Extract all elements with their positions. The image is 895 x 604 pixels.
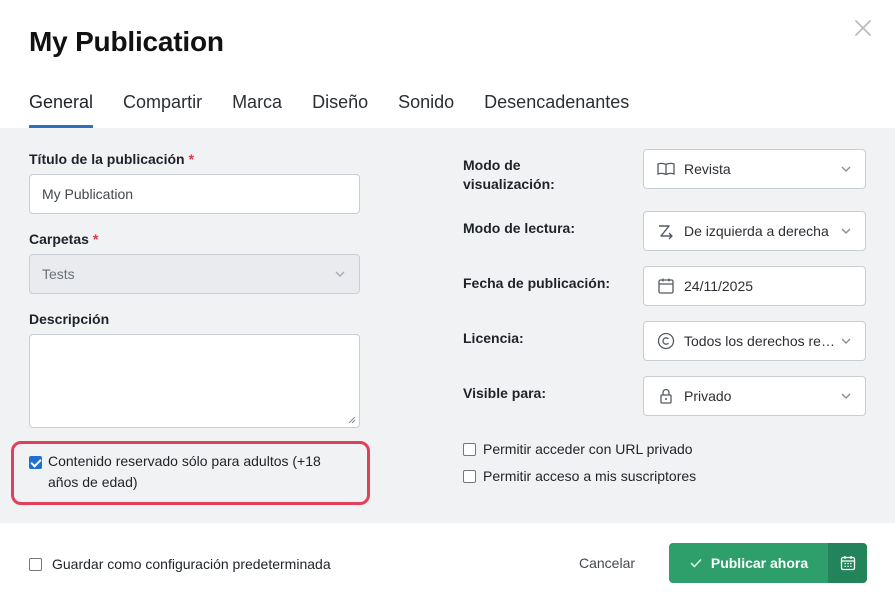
- license-label: Licencia:: [463, 330, 524, 346]
- page-title: My Publication: [29, 26, 224, 57]
- tab-diseno[interactable]: Diseño: [312, 92, 368, 128]
- view-mode-label: Modo de visualización:: [463, 157, 555, 192]
- private-url-option: Permitir acceder con URL privado: [463, 441, 693, 457]
- folders-label-text: Carpetas: [29, 231, 89, 247]
- book-icon: [657, 162, 675, 176]
- save-default-option: Guardar como configuración predeterminad…: [29, 556, 331, 572]
- lock-icon: [660, 388, 672, 404]
- subscribers-label: Permitir acceso a mis suscriptores: [483, 468, 697, 484]
- reading-mode-row: Modo de lectura:: [463, 219, 575, 238]
- publish-date-row: Fecha de publicación:: [463, 274, 610, 293]
- description-textarea[interactable]: [29, 334, 360, 428]
- chevron-down-icon: [335, 271, 345, 277]
- publish-button-group: Publicar ahora: [669, 543, 867, 583]
- save-default-label: Guardar como configuración predeterminad…: [52, 556, 331, 572]
- dialog-header: My Publication General Compartir Marca D…: [0, 0, 895, 128]
- chevron-down-icon: [841, 338, 851, 344]
- title-field-label: Título de la publicación *: [29, 151, 194, 167]
- schedule-calendar-icon: [840, 556, 855, 571]
- close-button[interactable]: [851, 16, 875, 40]
- resize-handle-icon[interactable]: [348, 416, 356, 424]
- tab-general[interactable]: General: [29, 92, 94, 128]
- subscribers-checkbox[interactable]: [463, 469, 476, 483]
- tab-compartir[interactable]: Compartir: [123, 92, 202, 128]
- license-select[interactable]: Todos los derechos reservados: [643, 321, 866, 361]
- reading-direction-icon: [659, 225, 673, 240]
- reading-mode-value: De izquierda a derecha: [684, 223, 829, 239]
- publish-now-button[interactable]: Publicar ahora: [669, 543, 828, 583]
- save-default-checkbox[interactable]: [29, 557, 42, 571]
- settings-body: Título de la publicación * My Publication…: [0, 128, 895, 523]
- schedule-publish-button[interactable]: [828, 543, 867, 583]
- cancel-button[interactable]: Cancelar: [579, 555, 635, 571]
- folders-select-value: Tests: [42, 266, 75, 282]
- publication-settings-dialog: My Publication General Compartir Marca D…: [0, 0, 895, 604]
- title-input[interactable]: My Publication: [29, 174, 360, 214]
- dialog-footer: Guardar como configuración predeterminad…: [0, 523, 895, 604]
- license-row: Licencia:: [463, 329, 524, 348]
- publish-date-value: 24/11/2025: [684, 278, 754, 294]
- title-label-text: Título de la publicación: [29, 151, 185, 167]
- private-url-label: Permitir acceder con URL privado: [483, 441, 693, 457]
- chevron-down-icon: [841, 393, 851, 399]
- folders-select[interactable]: Tests: [29, 254, 360, 294]
- reading-mode-select[interactable]: De izquierda a derecha: [643, 211, 866, 251]
- description-field-label: Descripción: [29, 311, 110, 327]
- check-icon: [690, 559, 702, 568]
- required-marker: *: [92, 231, 99, 247]
- adult-content-highlight: Contenido reservado sólo para adultos (+…: [11, 441, 370, 505]
- required-marker: *: [188, 151, 195, 167]
- subscribers-option: Permitir acceso a mis suscriptores: [463, 468, 696, 484]
- tab-sonido[interactable]: Sonido: [398, 92, 454, 128]
- calendar-icon: [658, 278, 674, 294]
- visibility-row: Visible para:: [463, 384, 546, 403]
- adult-content-label: Contenido reservado sólo para adultos (+…: [48, 453, 321, 490]
- visibility-select[interactable]: Privado: [643, 376, 866, 416]
- chevron-down-icon: [841, 166, 851, 172]
- chevron-down-icon: [841, 228, 851, 234]
- tab-desencadenantes[interactable]: Desencadenantes: [484, 92, 629, 128]
- view-mode-value: Revista: [684, 161, 731, 177]
- view-mode-row: Modo de visualización:: [463, 156, 573, 194]
- license-value: Todos los derechos reservados: [684, 333, 835, 349]
- private-url-checkbox[interactable]: [463, 442, 476, 456]
- adult-content-checkbox[interactable]: [29, 456, 42, 469]
- folders-field-label: Carpetas *: [29, 231, 98, 247]
- visibility-value: Privado: [684, 388, 732, 404]
- title-input-value: My Publication: [42, 186, 134, 202]
- tab-bar: General Compartir Marca Diseño Sonido De…: [29, 92, 659, 128]
- view-mode-select[interactable]: Revista: [643, 149, 866, 189]
- close-icon: [855, 20, 871, 36]
- copyright-icon: [657, 332, 675, 350]
- publish-now-label: Publicar ahora: [710, 555, 809, 571]
- publish-date-input[interactable]: 24/11/2025: [643, 266, 866, 306]
- visibility-label: Visible para:: [463, 385, 547, 401]
- tab-marca[interactable]: Marca: [232, 92, 282, 128]
- publish-date-label: Fecha de publicación:: [463, 275, 611, 291]
- reading-mode-label: Modo de lectura:: [463, 220, 576, 236]
